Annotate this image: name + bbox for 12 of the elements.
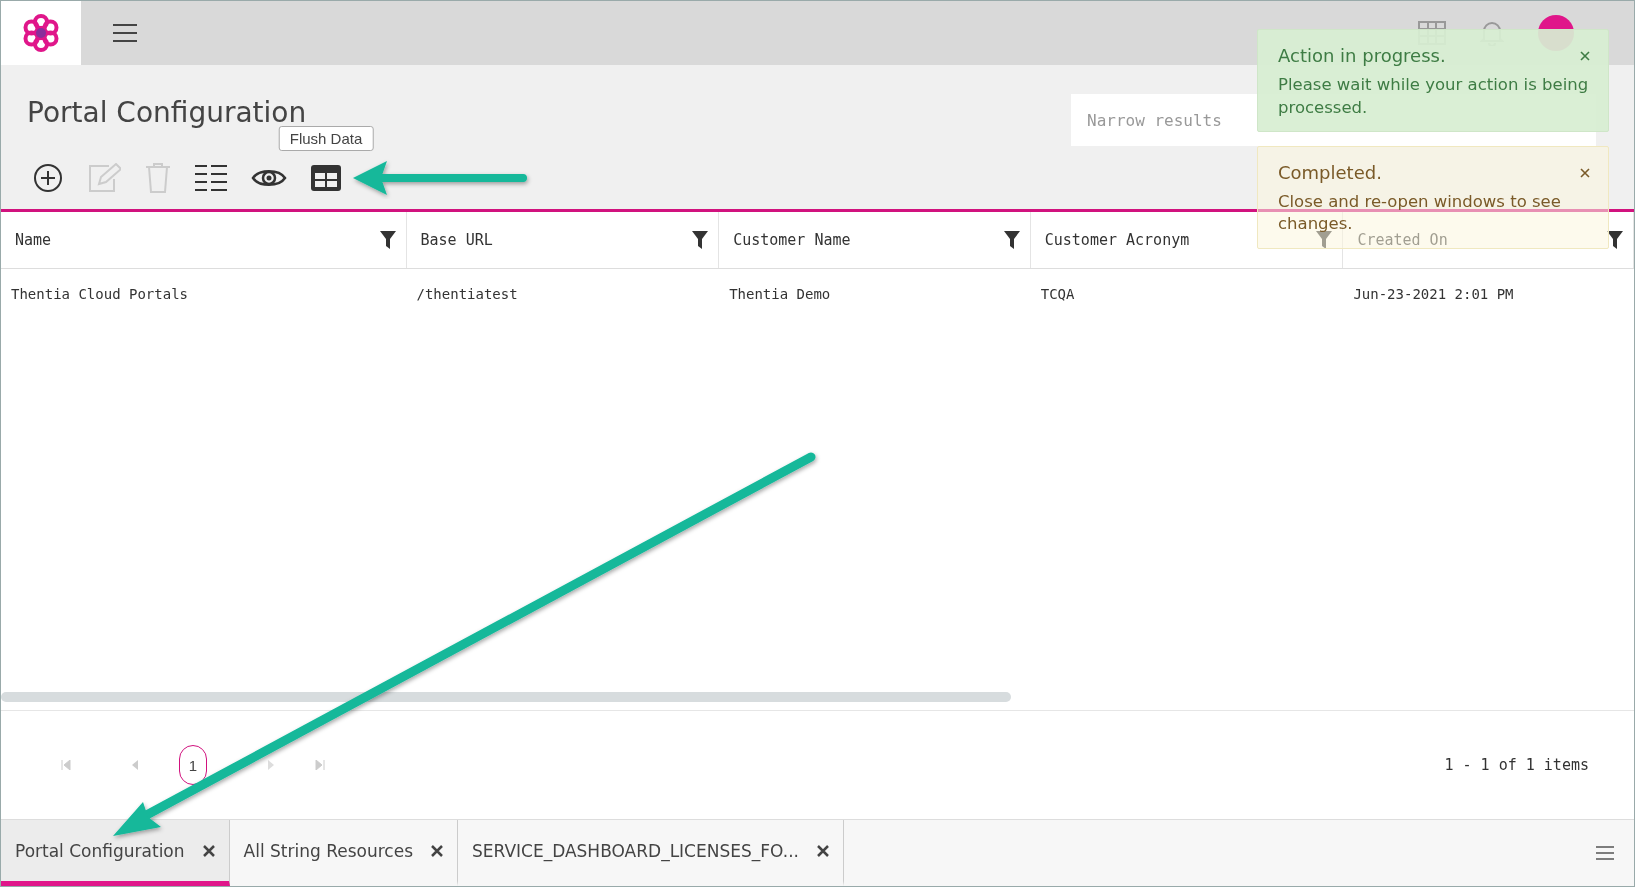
table-cell-text: /thentiatest (415, 286, 519, 302)
toast-title: Completed. (1278, 160, 1382, 185)
toast-message: Close and re-open windows to see changes. (1278, 191, 1562, 234)
table-cell-text: Jun-23-2021 2:01 PM (1352, 286, 1515, 302)
tooltip: Flush Data (278, 126, 374, 151)
toast-title: Action in progress. (1278, 44, 1446, 68)
table-cell-text: Thentia Cloud Portals (10, 286, 189, 302)
table-cell-text: TCQA (1039, 286, 1076, 302)
table-cell-text: Thentia Demo (728, 286, 832, 302)
pager-summary: 1 - 1 of 1 items (1444, 756, 1589, 774)
toast-message: Please wait while your action is being processed. (1278, 74, 1590, 119)
page-title: Portal Configuration (27, 95, 307, 129)
